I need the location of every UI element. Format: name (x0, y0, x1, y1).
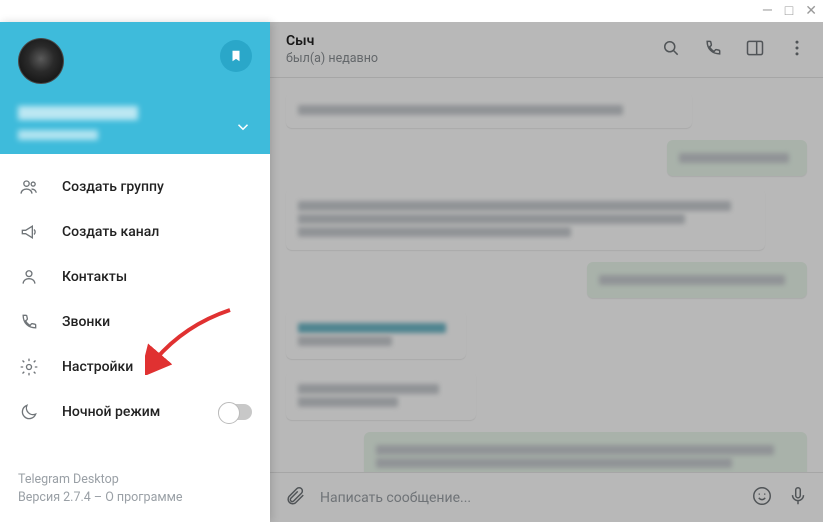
sidepanel-button[interactable] (745, 38, 765, 62)
drawer-footer: Telegram Desktop Версия 2.7.4 – О програ… (0, 459, 270, 522)
chat-title[interactable]: Сыч (286, 33, 378, 49)
chat-status: был(а) недавно (286, 51, 378, 66)
paperclip-icon (284, 485, 306, 507)
user-avatar[interactable] (18, 38, 64, 84)
group-icon (18, 176, 40, 198)
message-list[interactable] (270, 78, 823, 472)
bookmark-icon (229, 49, 243, 63)
window-titlebar: — □ ✕ (0, 0, 823, 22)
message-bubble[interactable] (286, 310, 466, 359)
gear-icon (18, 356, 40, 378)
search-icon (661, 38, 681, 58)
person-icon (18, 266, 40, 288)
saved-messages-button[interactable] (220, 40, 252, 72)
menu-label: Ночной режим (62, 404, 160, 420)
version-text: Версия 2.7.4 – (18, 490, 105, 505)
phone-icon (703, 38, 723, 58)
profile-name-blurred (18, 106, 138, 120)
search-button[interactable] (661, 38, 681, 62)
message-bubble[interactable] (286, 92, 692, 128)
menu-settings[interactable]: Настройки (0, 344, 270, 389)
chat-pane: Сыч был(а) недавно Написать сообщение (270, 22, 823, 522)
menu-calls[interactable]: Звонки (0, 299, 270, 344)
menu-create-group[interactable]: Создать группу (0, 164, 270, 209)
accounts-expand-button[interactable] (234, 118, 252, 140)
menu-night-mode[interactable]: Ночной режим (0, 389, 270, 434)
menu-label: Звонки (62, 314, 110, 330)
about-link[interactable]: О программе (105, 490, 182, 505)
chat-header: Сыч был(а) недавно (270, 22, 823, 78)
profile-header (0, 22, 270, 154)
menu-list: Создать группу Создать канал Контакты Зв… (0, 154, 270, 459)
menu-create-channel[interactable]: Создать канал (0, 209, 270, 254)
phone-icon (18, 311, 40, 333)
voice-button[interactable] (787, 485, 809, 511)
microphone-icon (787, 485, 809, 507)
window-close-button[interactable]: ✕ (805, 4, 817, 18)
app-name: Telegram Desktop (18, 471, 252, 490)
message-composer: Написать сообщение... (270, 472, 823, 522)
menu-contacts[interactable]: Контакты (0, 254, 270, 299)
message-bubble[interactable] (286, 371, 476, 420)
chevron-down-icon (234, 118, 252, 136)
panel-icon (745, 38, 765, 58)
menu-label: Контакты (62, 269, 127, 285)
menu-label: Создать канал (62, 224, 159, 240)
window-maximize-button[interactable]: □ (785, 4, 793, 18)
window-minimize-button[interactable]: — (762, 4, 773, 18)
profile-phone-blurred (18, 130, 98, 140)
more-vertical-icon (787, 38, 807, 58)
night-mode-toggle[interactable] (218, 404, 252, 420)
megaphone-icon (18, 221, 40, 243)
message-bubble[interactable] (667, 140, 807, 176)
moon-icon (18, 401, 40, 423)
call-button[interactable] (703, 38, 723, 62)
more-button[interactable] (787, 38, 807, 62)
menu-label: Настройки (62, 359, 133, 375)
attach-button[interactable] (284, 485, 306, 511)
message-bubble[interactable] (587, 262, 807, 298)
smile-icon (751, 485, 773, 507)
emoji-button[interactable] (751, 485, 773, 511)
message-bubble[interactable] (286, 188, 765, 250)
message-input[interactable]: Написать сообщение... (320, 490, 737, 506)
main-menu-drawer: Создать группу Создать канал Контакты Зв… (0, 22, 270, 522)
message-bubble[interactable] (364, 432, 807, 472)
menu-label: Создать группу (62, 179, 164, 195)
